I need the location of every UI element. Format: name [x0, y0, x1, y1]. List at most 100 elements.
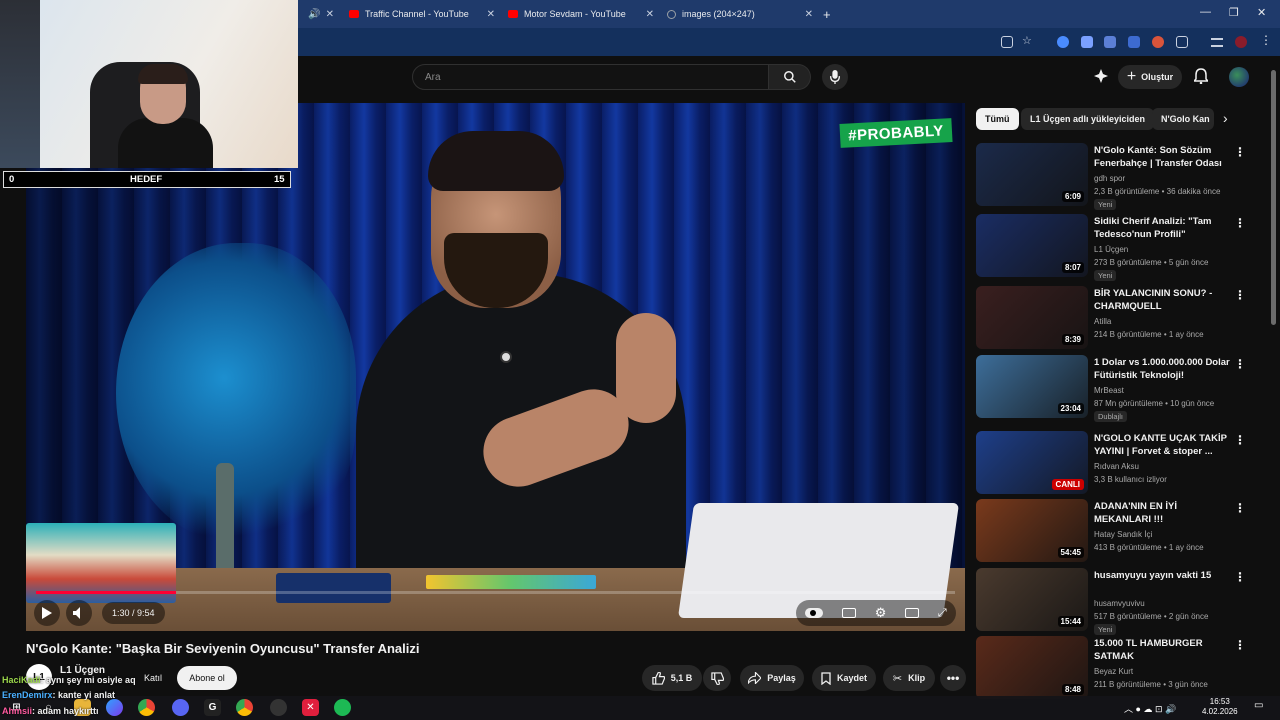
recommendation-item[interactable]: 8:07 Sidiki Cherif Analizi: "Tam Tedesco'…: [976, 214, 1266, 281]
recommendation-item[interactable]: 15:44 husamyuyu yayın vakti 15 husamvyuviv…: [976, 568, 1266, 635]
more-options-icon[interactable]: ⋮: [1234, 638, 1246, 652]
notifications-button[interactable]: [1192, 67, 1210, 85]
account-avatar[interactable]: [1229, 67, 1249, 87]
create-button[interactable]: + Oluştur: [1118, 65, 1182, 89]
menu-icon[interactable]: ⋮: [1260, 33, 1272, 47]
more-options-icon[interactable]: ⋮: [1234, 288, 1246, 302]
more-actions-button[interactable]: •••: [940, 665, 966, 691]
close-icon[interactable]: ✕: [805, 9, 813, 20]
recommendation-thumbnail[interactable]: 8:07: [976, 214, 1088, 277]
recommendation-item[interactable]: 23:04 1 Dolar vs 1.000.000.000 Dolar Fütü…: [976, 355, 1266, 422]
recommendation-channel[interactable]: gdh spor: [1094, 174, 1125, 183]
chrome-icon[interactable]: [236, 699, 253, 716]
app-icon[interactable]: G: [204, 699, 221, 716]
app-icon[interactable]: ✕: [302, 699, 319, 716]
play-button[interactable]: [34, 600, 60, 626]
recommendation-item[interactable]: 8:48 15.000 TL HAMBURGER SATMAK Beyaz Kurt…: [976, 636, 1266, 702]
profile-avatar[interactable]: [1235, 36, 1247, 48]
share-button[interactable]: Paylaş: [740, 665, 804, 691]
chrome-icon[interactable]: [138, 699, 155, 716]
tab-motor-sevdam[interactable]: Motor Sevdam - YouTube ✕: [508, 3, 654, 25]
obs-icon[interactable]: [270, 699, 287, 716]
recommendation-title[interactable]: ADANA'NIN EN İYİ MEKANLARI !!!: [1094, 500, 1232, 526]
more-options-icon[interactable]: ⋮: [1234, 570, 1246, 584]
chip-all[interactable]: Tümü: [976, 108, 1019, 130]
recommendation-channel[interactable]: husamvyuvivu: [1094, 599, 1145, 608]
bookmark-star-icon[interactable]: ☆: [1022, 34, 1034, 47]
settings-gear-icon[interactable]: ⚙: [875, 605, 887, 621]
sparkle-icon[interactable]: [1092, 67, 1110, 85]
subscribe-button[interactable]: Abone ol: [177, 666, 237, 690]
recommendation-title[interactable]: BİR YALANCININ SONU? - CHARMQUELL: [1094, 287, 1232, 313]
more-options-icon[interactable]: ⋮: [1234, 357, 1246, 371]
close-icon[interactable]: ✕: [326, 9, 334, 20]
chip-from-uploader[interactable]: L1 Üçgen adlı yükleyiciden: [1021, 108, 1155, 130]
minimize-icon[interactable]: —: [1200, 6, 1211, 18]
subtitles-icon[interactable]: [842, 608, 857, 618]
chevron-right-icon[interactable]: ›: [1223, 110, 1228, 126]
scrollbar[interactable]: [1271, 70, 1276, 325]
extension-icon[interactable]: [1152, 36, 1164, 48]
miniplayer-icon[interactable]: [905, 608, 920, 618]
reading-list-icon[interactable]: [1211, 38, 1223, 47]
like-button[interactable]: 5,1 B: [642, 665, 702, 691]
recommendation-title[interactable]: N'Golo Kanté: Son Sözüm Fenerbahçe | Tra…: [1094, 144, 1232, 170]
recommendation-thumbnail[interactable]: 54:45: [976, 499, 1088, 562]
notification-center-icon[interactable]: ▭: [1254, 700, 1263, 711]
more-options-icon[interactable]: ⋮: [1234, 501, 1246, 515]
close-icon[interactable]: ✕: [646, 9, 654, 20]
voice-search-button[interactable]: [822, 64, 848, 90]
recommendation-channel[interactable]: Atilla: [1094, 317, 1111, 326]
recommendation-thumbnail[interactable]: CANLI: [976, 431, 1088, 494]
recommendation-title[interactable]: 1 Dolar vs 1.000.000.000 Dolar Fütüristi…: [1094, 356, 1232, 382]
recommendation-channel[interactable]: Rıdvan Aksu: [1094, 462, 1139, 471]
restore-icon[interactable]: ❐: [1229, 6, 1239, 19]
recommendation-title[interactable]: husamyuyu yayın vakti 15: [1094, 569, 1232, 582]
recommendation-title[interactable]: 15.000 TL HAMBURGER SATMAK: [1094, 637, 1232, 663]
recommendation-channel[interactable]: L1 Üçgen: [1094, 245, 1128, 254]
recommendation-channel[interactable]: MrBeast: [1094, 386, 1124, 395]
volume-button[interactable]: [66, 600, 92, 626]
tab-images[interactable]: images (204×247) ✕: [667, 3, 813, 25]
recommendation-item[interactable]: 6:09 N'Golo Kanté: Son Sözüm Fenerbahçe |…: [976, 143, 1266, 210]
recommendation-item[interactable]: 8:39 BİR YALANCININ SONU? - CHARMQUELL Ati…: [976, 286, 1266, 352]
recommendation-title[interactable]: N'GOLO KANTE UÇAK TAKİP YAYINI | Forvet …: [1094, 432, 1232, 458]
recommendation-thumbnail[interactable]: 15:44: [976, 568, 1088, 631]
active-tab-fragment[interactable]: 🔊 ✕: [300, 3, 340, 25]
new-tab-button[interactable]: +: [823, 3, 837, 25]
tab-traffic-channel[interactable]: Traffic Channel - YouTube ✕: [349, 3, 495, 25]
copilot-icon[interactable]: [106, 699, 123, 716]
recommendation-item[interactable]: CANLI N'GOLO KANTE UÇAK TAKİP YAYINI | Fo…: [976, 431, 1266, 497]
recommendation-thumbnail[interactable]: 8:48: [976, 636, 1088, 699]
search-button[interactable]: [769, 64, 811, 90]
more-options-icon[interactable]: ⋮: [1234, 216, 1246, 230]
close-icon[interactable]: ✕: [487, 9, 495, 20]
recommendation-thumbnail[interactable]: 8:39: [976, 286, 1088, 349]
discord-icon[interactable]: [172, 699, 189, 716]
fullscreen-icon[interactable]: ⤢: [938, 607, 947, 620]
extension-icon[interactable]: [1081, 36, 1093, 48]
close-window-icon[interactable]: ✕: [1257, 6, 1266, 19]
spotify-icon[interactable]: [334, 699, 351, 716]
join-button[interactable]: Katıl: [136, 667, 170, 689]
more-options-icon[interactable]: ⋮: [1234, 145, 1246, 159]
more-options-icon[interactable]: ⋮: [1234, 433, 1246, 447]
recommendation-item[interactable]: 54:45 ADANA'NIN EN İYİ MEKANLARI !!! Hatay…: [976, 499, 1266, 565]
chip-ngolo[interactable]: N'Golo Kan: [1152, 108, 1214, 130]
progress-fill[interactable]: [36, 591, 176, 594]
autoplay-toggle-icon[interactable]: [805, 608, 824, 618]
dislike-button[interactable]: [703, 665, 731, 691]
tray-icons[interactable]: ︿ ● ☁ ⊡ 🔊: [1124, 702, 1176, 715]
install-icon[interactable]: [1001, 36, 1013, 48]
extension-icon[interactable]: [1104, 36, 1116, 48]
search-input[interactable]: Ara: [412, 64, 769, 90]
recommendation-channel[interactable]: Hatay Sandık İçi: [1094, 530, 1152, 539]
extension-icon[interactable]: [1057, 36, 1069, 48]
clip-button[interactable]: ✂ Klip: [883, 665, 935, 691]
save-button[interactable]: Kaydet: [812, 665, 876, 691]
audio-icon[interactable]: 🔊: [308, 9, 320, 20]
recommendation-thumbnail[interactable]: 23:04: [976, 355, 1088, 418]
puzzle-icon[interactable]: [1176, 36, 1188, 48]
recommendation-channel[interactable]: Beyaz Kurt: [1094, 667, 1133, 676]
recommendation-thumbnail[interactable]: 6:09: [976, 143, 1088, 206]
